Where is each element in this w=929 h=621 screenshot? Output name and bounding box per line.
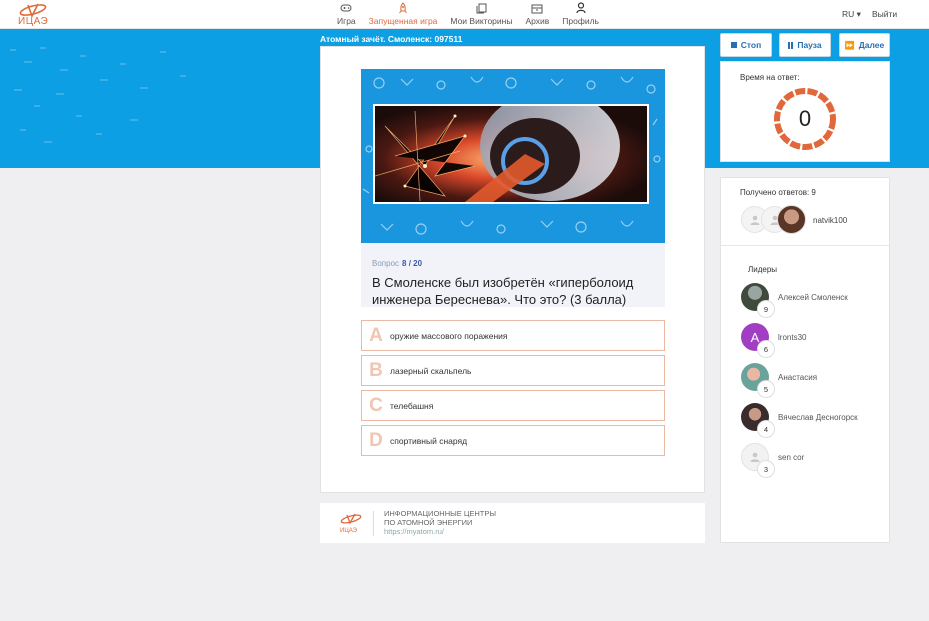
nav-label: Запущенная игра — [368, 16, 438, 26]
leader-name: Анастасия — [778, 373, 818, 382]
leader-score: 3 — [757, 460, 775, 478]
timer-value: 0 — [798, 106, 812, 131]
answer-option-b[interactable]: B лазерный скальпель — [361, 355, 665, 386]
answer-option-d[interactable]: D спортивный снаряд — [361, 425, 665, 456]
icae-logo[interactable]: ИЦАЭ — [16, 2, 52, 28]
avatar — [777, 205, 806, 234]
answer-text: телебашня — [390, 400, 434, 411]
leader-score: 9 — [757, 300, 775, 318]
stop-icon — [730, 42, 737, 48]
question-image — [361, 69, 665, 243]
pause-icon — [788, 41, 794, 49]
leader-name: sen cor — [778, 453, 805, 462]
nav-label: Архив — [525, 16, 550, 26]
pause-label: Пауза — [797, 40, 822, 50]
answer-letter: A — [369, 324, 383, 346]
responses-count: Получено ответов: 9 — [740, 188, 816, 197]
answer-text: лазерный скальпель — [390, 365, 472, 376]
footer-card: ИЦАЭ ИНФОРМАЦИОННЫЕ ЦЕНТРЫ ПО АТОМНОЙ ЭН… — [320, 503, 705, 543]
photo-frame — [373, 104, 649, 204]
leaders-title: Лидеры — [748, 265, 778, 274]
nav-item-game[interactable]: Игра — [337, 2, 356, 26]
language-value: RU — [842, 9, 855, 19]
user-icon — [575, 2, 587, 14]
leader-name: Вячеслав Десногорск — [778, 413, 858, 422]
nav-item-my-quizzes[interactable]: Мои Викторины — [450, 2, 512, 26]
answer-text: оружие массового поражения — [390, 330, 508, 341]
fast-forward-icon: ⏩ — [844, 40, 855, 50]
dots-pattern-decoration — [10, 47, 186, 143]
footer-divider — [373, 511, 374, 536]
hyperboloid-photo — [375, 106, 647, 202]
nav-item-profile[interactable]: Профиль — [562, 2, 599, 26]
leader-score: 4 — [757, 420, 775, 438]
nav-label: Игра — [337, 16, 356, 26]
question-text: В Смоленске был изобретён «гиперболоид и… — [372, 275, 634, 307]
main-nav: Игра Запущенная игра Мои Викторины Архив… — [337, 2, 612, 26]
caret-down-icon: ▾ — [856, 9, 861, 19]
stop-button[interactable]: Стоп — [720, 33, 772, 57]
answer-letter: C — [369, 394, 383, 416]
next-button[interactable]: ⏩ Далее — [839, 33, 890, 57]
leader-item: 5 Анастасия — [741, 363, 891, 398]
pause-button[interactable]: Пауза — [779, 33, 831, 57]
leader-score: 5 — [757, 380, 775, 398]
next-label: Далее — [858, 40, 885, 50]
top-navbar: ИЦАЭ Игра Запущенная игра Мои Викторины … — [0, 0, 929, 29]
footer-link[interactable]: https://myatom.ru/ — [384, 527, 496, 536]
leader-name: Алексей Смоленск — [778, 293, 848, 302]
nav-item-archive[interactable]: Архив — [525, 2, 549, 26]
leader-item: 4 Вячеслав Десногорск — [741, 403, 891, 438]
responder-name: natvik100 — [813, 216, 848, 225]
answer-option-a[interactable]: A оружие массового поражения — [361, 320, 665, 351]
stop-label: Стоп — [740, 40, 762, 50]
question-card: Вопрос 8 / 20 В Смоленске был изобретён «… — [320, 46, 705, 493]
answer-letter: B — [369, 359, 383, 381]
quiz-title: Атомный зачёт. Смоленск: 097511 — [320, 34, 463, 44]
gamepad-icon — [340, 2, 352, 14]
footer-line-1: ИНФОРМАЦИОННЫЕ ЦЕНТРЫ — [384, 509, 497, 518]
question-info: Вопрос 8 / 20 В Смоленске был изобретён «… — [361, 243, 665, 307]
answer-letter: D — [369, 429, 383, 451]
question-number-label: Вопрос — [372, 259, 400, 268]
answer-timer: Время на ответ: 0 — [720, 61, 890, 162]
footer-logo: ИЦАЭ — [338, 512, 364, 534]
logout-link[interactable]: Выйти — [872, 9, 897, 19]
divider — [721, 245, 889, 246]
language-select[interactable]: RU ▾ — [842, 9, 861, 20]
question-number: 8 / 20 — [402, 259, 423, 268]
leader-name: lronts30 — [778, 333, 807, 342]
footer-line-2: ПО АТОМНОЙ ЭНЕРГИИ — [384, 518, 473, 527]
nav-label: Мои Викторины — [450, 16, 513, 26]
footer-text: ИНФОРМАЦИОННЫЕ ЦЕНТРЫ ПО АТОМНОЙ ЭНЕРГИИ… — [384, 509, 496, 536]
rocket-icon — [397, 2, 409, 14]
copy-icon — [475, 2, 487, 14]
atom-logo-icon: ИЦАЭ — [340, 513, 362, 534]
answer-text: спортивный снаряд — [390, 435, 468, 446]
logo-text: ИЦАЭ — [18, 16, 49, 27]
nav-item-running-game[interactable]: Запущенная игра — [368, 2, 438, 26]
leader-score: 6 — [757, 340, 775, 358]
players-panel: Получено ответов: 9 natvik100 Лидеры 9 А… — [720, 177, 890, 543]
leader-item: 9 Алексей Смоленск — [741, 283, 891, 318]
leader-item: 3 sen cor — [741, 443, 891, 478]
footer-logo-text: ИЦАЭ — [340, 528, 358, 534]
leader-item: A 6 lronts30 — [741, 323, 891, 358]
answer-option-c[interactable]: C телебашня — [361, 390, 665, 421]
nav-label: Профиль — [562, 16, 599, 26]
timer-label: Время на ответ: — [740, 73, 800, 82]
archive-icon — [531, 2, 543, 14]
